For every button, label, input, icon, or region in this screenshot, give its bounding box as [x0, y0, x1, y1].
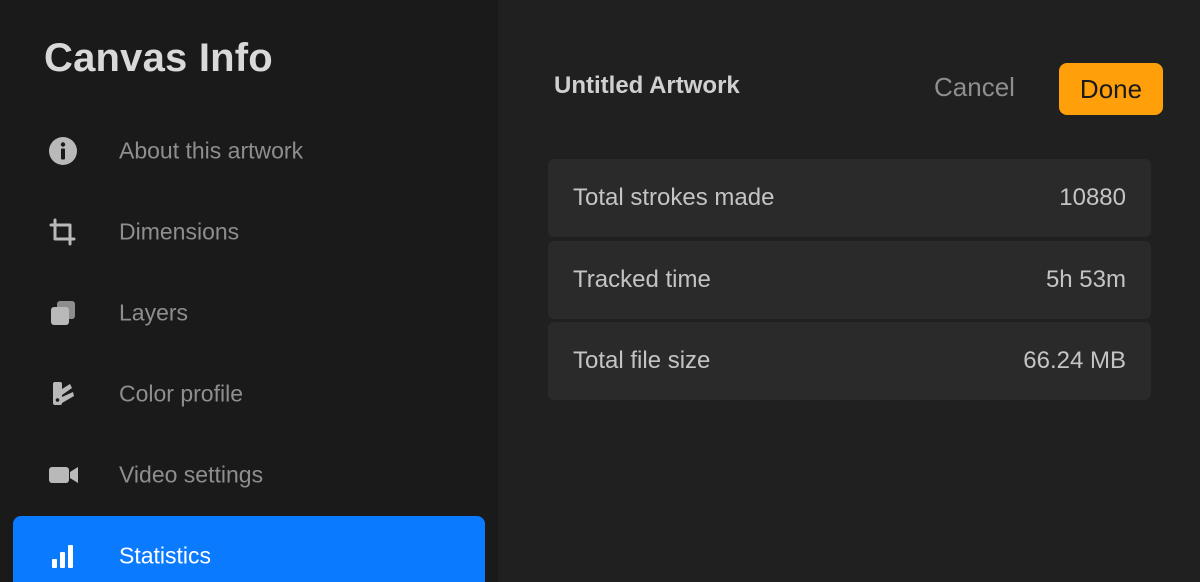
done-button[interactable]: Done: [1059, 63, 1163, 115]
sidebar-item-label: Statistics: [119, 542, 212, 569]
canvas-info-window: Canvas Info About this artwork Dimension…: [0, 0, 1200, 582]
statistics-panel: Untitled Artwork Cancel Done Total strok…: [498, 0, 1200, 582]
video-camera-icon: [47, 459, 79, 491]
sidebar-item-statistics[interactable]: Statistics: [13, 516, 485, 582]
sidebar-item-label: Layers: [119, 299, 189, 325]
stat-value: 66.24 MB: [1023, 347, 1126, 374]
stat-label: Total strokes made: [573, 184, 775, 211]
sidebar-title: Canvas Info: [44, 36, 273, 80]
stat-row-strokes: Total strokes made 10880: [548, 159, 1151, 237]
sidebar: Canvas Info About this artwork Dimension…: [0, 0, 498, 582]
cancel-button[interactable]: Cancel: [934, 72, 1015, 103]
sidebar-item-label: Video settings: [119, 461, 264, 487]
sidebar-item-label: About this artwork: [119, 137, 304, 163]
stat-label: Tracked time: [573, 266, 711, 293]
color-swatch-icon: [47, 378, 79, 410]
sidebar-item-label: Color profile: [119, 380, 243, 406]
stat-label: Total file size: [573, 347, 711, 374]
bar-chart-icon: [47, 540, 79, 572]
stat-value: 5h 53m: [1045, 266, 1126, 293]
artwork-title: Untitled Artwork: [554, 72, 740, 99]
sidebar-item-dimensions[interactable]: Dimensions: [13, 191, 485, 272]
sidebar-item-label: Dimensions: [119, 218, 240, 244]
stat-row-tracked-time: Tracked time 5h 53m: [548, 241, 1151, 319]
sidebar-item-about[interactable]: About this artwork: [13, 110, 485, 191]
layers-icon: [47, 297, 79, 329]
stat-value: 10880: [1059, 184, 1126, 211]
crop-icon: [47, 216, 79, 248]
stat-row-file-size: Total file size 66.24 MB: [548, 322, 1151, 400]
info-icon: [47, 135, 79, 167]
sidebar-item-color-profile[interactable]: Color profile: [13, 353, 485, 434]
sidebar-item-video-settings[interactable]: Video settings: [13, 434, 485, 515]
sidebar-item-layers[interactable]: Layers: [13, 272, 485, 353]
